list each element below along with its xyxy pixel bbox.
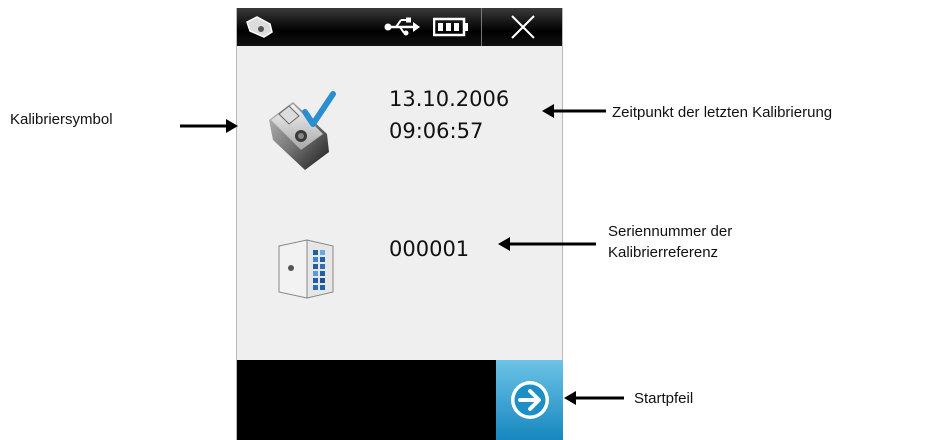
- callout-start-arrow: Startpfeil: [634, 390, 694, 407]
- arrow-left-callout-icon: [498, 237, 596, 251]
- device-screen: 13.10.2006 09:06:57 000001: [236, 8, 563, 440]
- calibration-date: 13.10.2006: [389, 87, 510, 111]
- arrow-right-icon: [510, 381, 549, 419]
- callout-serial-line2: Kalibrierreferenz: [608, 244, 719, 261]
- usb-icon: [383, 12, 423, 42]
- arrow-right-callout-icon: [180, 119, 238, 133]
- start-button[interactable]: [496, 360, 563, 440]
- device-icon[interactable]: [243, 12, 277, 42]
- calibration-reference-icon: [277, 236, 337, 307]
- battery-icon: [431, 12, 471, 42]
- arrow-left-callout-icon: [564, 391, 624, 405]
- serial-number: 000001: [389, 237, 470, 261]
- calibration-icon: [265, 90, 337, 179]
- close-icon: [510, 15, 535, 39]
- callout-serial-line1: Seriennummer der: [608, 223, 733, 240]
- calibration-time: 09:06:57: [389, 119, 484, 143]
- top-bar: [237, 8, 562, 46]
- callout-last-calibration-time: Zeitpunkt der letzten Kalibrierung: [612, 104, 833, 121]
- callout-calibration-symbol: Kalibriersymbol: [10, 111, 113, 128]
- close-button[interactable]: [481, 8, 563, 46]
- arrow-left-callout-icon: [542, 104, 606, 118]
